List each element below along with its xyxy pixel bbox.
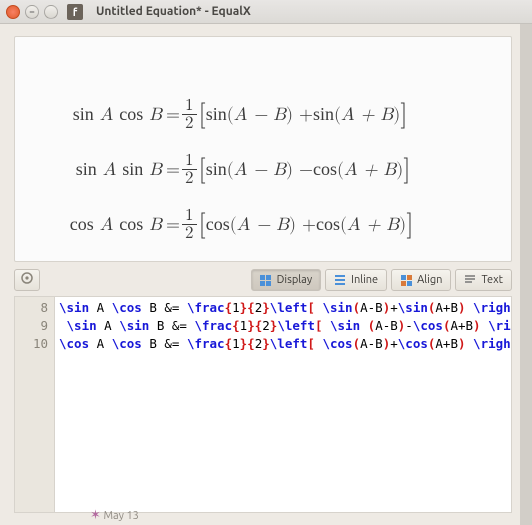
code-line[interactable]: \sin A \cos B &= \frac{1}{2}\left[ \sin(… — [59, 299, 507, 317]
text-icon — [464, 273, 476, 288]
text-label: Text — [481, 274, 503, 286]
code-line[interactable]: \sin A \sin B &= \frac{1}{2}\left[ \sin … — [59, 317, 507, 335]
equation-row: sin A cos B = 12 [sin(A − B) + sin(A + B… — [48, 97, 478, 132]
inline-mode-button[interactable]: Inline — [325, 269, 387, 291]
line-number: 10 — [15, 335, 48, 353]
line-number: 9 — [15, 317, 48, 335]
gear-icon — [20, 271, 34, 289]
window-titlebar: – f Untitled Equation* - EqualX — [0, 0, 532, 24]
align-icon — [400, 274, 412, 286]
line-number: 8 — [15, 299, 48, 317]
window-title: Untitled Equation* - EqualX — [96, 5, 251, 18]
inline-label: Inline — [351, 274, 378, 286]
window-maximize-button[interactable] — [44, 5, 58, 19]
latex-editor[interactable]: 8910 \sin A \cos B &= \frac{1}{2}\left[ … — [14, 296, 512, 513]
equation-row: cos A cos B = 12 [cos(A − B) + cos(A + B… — [48, 207, 478, 242]
code-area[interactable]: \sin A \cos B &= \frac{1}{2}\left[ \sin(… — [55, 297, 511, 512]
footer-text: ✶ May 13 — [90, 508, 139, 523]
text-mode-button[interactable]: Text — [455, 269, 512, 291]
window-minimize-button[interactable]: – — [25, 5, 39, 19]
view-toolbar: Display Inline Align Text — [6, 266, 520, 296]
equation-row: sin A sin B = 12 [sin(A − B) − cos(A + B… — [48, 152, 478, 187]
window-close-button[interactable] — [6, 5, 20, 19]
code-line[interactable]: \cos A \cos B &= \frac{1}{2}\left[ \cos(… — [59, 335, 507, 353]
display-mode-button[interactable]: Display — [251, 269, 322, 291]
align-label: Align — [417, 274, 442, 286]
settings-button[interactable] — [14, 269, 40, 291]
svg-text:f: f — [73, 7, 78, 19]
inline-icon — [334, 273, 346, 288]
align-mode-button[interactable]: Align — [391, 269, 451, 291]
workspace: sin A cos B = 12 [sin(A − B) + sin(A + B… — [0, 24, 532, 525]
equation-preview: sin A cos B = 12 [sin(A − B) + sin(A + B… — [14, 36, 512, 262]
line-gutter: 8910 — [15, 297, 55, 512]
display-label: Display — [277, 274, 313, 286]
display-icon — [260, 274, 272, 286]
app-icon: f — [67, 4, 83, 20]
